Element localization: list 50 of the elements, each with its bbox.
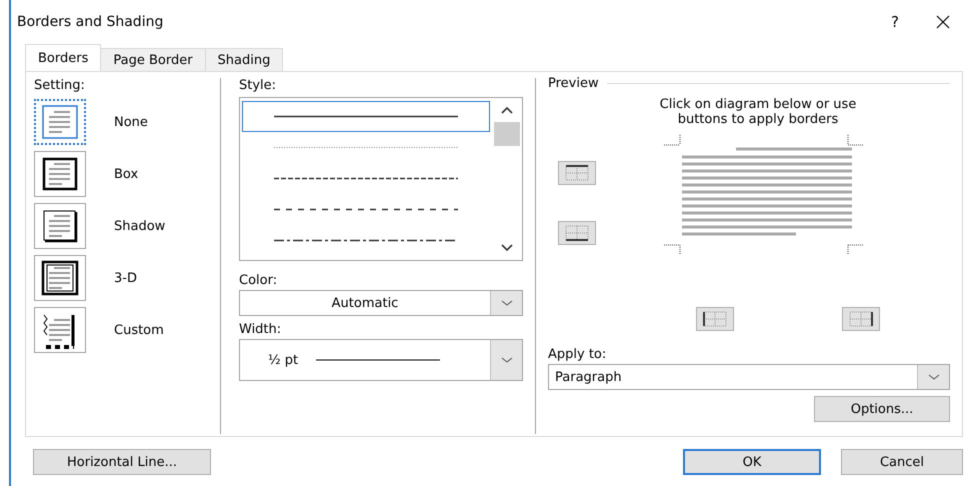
horizontal-line-button[interactable]: Horizontal Line... xyxy=(33,449,211,475)
apply-to-value: Paragraph xyxy=(554,368,623,386)
setting-threed-icon xyxy=(40,259,80,297)
chevron-down-icon xyxy=(928,374,940,380)
border-top-icon xyxy=(564,164,590,182)
tab[interactable]: Shading xyxy=(204,48,284,71)
window-title: Borders and Shading xyxy=(17,14,164,30)
setting-none-icon xyxy=(40,103,80,141)
setting-option-label: None xyxy=(114,114,148,130)
chevron-up-icon xyxy=(501,106,513,114)
ok-button[interactable]: OK xyxy=(683,449,821,475)
setting-option-label: 3-D xyxy=(114,270,137,286)
help-button[interactable]: ? xyxy=(875,7,915,37)
chevron-down-icon xyxy=(500,356,512,364)
tab[interactable]: Borders xyxy=(25,44,102,71)
width-label: Width: xyxy=(239,322,282,337)
border-right-icon xyxy=(848,310,874,328)
setting-button[interactable] xyxy=(34,151,86,197)
tab[interactable]: Page Border xyxy=(100,48,206,71)
close-icon xyxy=(936,15,950,29)
apply-to-label: Apply to: xyxy=(548,347,608,362)
style-option[interactable] xyxy=(242,101,490,132)
right-border-button[interactable] xyxy=(842,307,880,331)
setting-button[interactable] xyxy=(34,307,86,353)
setting-box-icon xyxy=(40,155,80,193)
setting-button[interactable] xyxy=(34,255,86,301)
setting-button[interactable] xyxy=(34,203,86,249)
preview-label: Preview xyxy=(548,76,599,91)
preview-hint: Click on diagram below or use buttons to apply borders xyxy=(658,97,858,127)
setting-option-label: Box xyxy=(114,166,138,182)
style-label: Style: xyxy=(239,78,278,93)
color-dropdown[interactable]: Automatic xyxy=(239,290,523,316)
color-value: Automatic xyxy=(330,294,400,312)
border-bottom-icon xyxy=(564,224,590,242)
setting-option-label: Shadow xyxy=(114,218,166,234)
top-border-button[interactable] xyxy=(558,161,596,185)
cancel-button[interactable]: Cancel xyxy=(841,449,963,475)
border-left-icon xyxy=(702,310,728,328)
scrollbar-thumb[interactable] xyxy=(494,122,520,146)
apply-to-dropdown[interactable]: Paragraph xyxy=(548,364,950,390)
chevron-down-icon xyxy=(501,244,513,252)
width-dropdown[interactable]: ½ pt xyxy=(239,339,523,381)
setting-option-label: Custom xyxy=(114,322,164,338)
color-label: Color: xyxy=(239,273,278,288)
chevron-down-icon xyxy=(500,300,512,306)
setting-label: Setting: xyxy=(34,78,86,93)
left-border-button[interactable] xyxy=(696,307,734,331)
options-button[interactable]: Options... xyxy=(814,396,950,422)
bottom-border-button[interactable] xyxy=(558,221,596,245)
width-value: ½ pt xyxy=(268,352,298,368)
